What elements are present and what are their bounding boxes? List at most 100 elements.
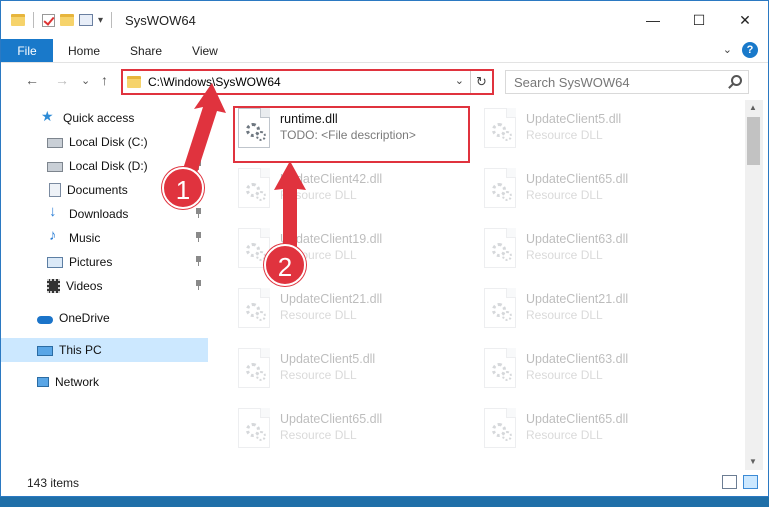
file-name: UpdateClient21.dll [526,292,629,306]
file-tile[interactable]: UpdateClient5.dll Resource DLL [234,344,464,396]
file-tile[interactable]: UpdateClient63.dll Resource DLL [480,224,710,276]
maximize-button[interactable]: ☐ [676,1,722,39]
file-tile[interactable]: UpdateClient21.dll Resource DLL [480,284,710,336]
sidebar-item-pictures[interactable]: Pictures [1,250,208,274]
file-description: Resource DLL [280,308,357,322]
folder-icon [11,14,25,26]
gear-icon [256,311,266,321]
file-tile[interactable]: UpdateClient65.dll Resource DLL [480,164,710,216]
pin-icon[interactable] [194,280,202,290]
help-icon[interactable]: ? [742,42,758,58]
customize-toolbar-icon[interactable] [79,14,93,26]
pin-icon[interactable] [194,232,202,242]
network-icon [37,377,49,387]
dll-file-icon [484,168,516,208]
onedrive-icon [37,316,53,324]
file-description: Resource DLL [280,368,357,382]
file-name: UpdateClient63.dll [526,352,629,366]
pictures-icon [47,257,63,268]
file-description: Resource DLL [526,248,603,262]
pin-icon[interactable] [194,160,202,170]
gear-icon [256,371,266,381]
explorer-window: ▾ SysWOW64 — ☐ ✕ File Home Share View ⌄ … [0,0,769,497]
details-view-icon[interactable] [722,475,737,489]
sidebar-item-local-disk-c[interactable]: Local Disk (C:) [1,130,208,154]
sidebar-item-label: Downloads [69,207,129,221]
status-bar: 143 items [1,470,768,496]
file-name: UpdateClient19.dll [280,232,383,246]
sidebar-item-label: Network [55,375,100,389]
toolbar-dropdown-icon[interactable]: ▾ [98,15,103,26]
sidebar-item-music[interactable]: Music [1,226,208,250]
title-bar: ▾ SysWOW64 — ☐ ✕ [1,1,768,39]
vertical-scrollbar[interactable]: ▲ ▼ [745,100,763,470]
sidebar-item-label: OneDrive [59,311,110,325]
tab-view[interactable]: View [177,39,233,62]
sidebar-item-label: Documents [67,183,128,197]
forward-button[interactable]: → [55,72,69,88]
tab-home[interactable]: Home [53,39,115,62]
file-name: UpdateClient5.dll [526,112,622,126]
file-name: UpdateClient63.dll [526,232,629,246]
tab-share[interactable]: Share [115,39,177,62]
tab-file[interactable]: File [1,39,53,62]
close-button[interactable]: ✕ [722,1,768,39]
refresh-button[interactable]: ↻ [470,71,492,93]
file-tile[interactable]: UpdateClient42.dll Resource DLL [234,164,464,216]
address-bar[interactable]: C:\Windows\SysWOW64 ⌄ ↻ [121,69,494,95]
pin-icon[interactable] [194,136,202,146]
gear-icon [256,191,266,201]
gear-icon [502,431,512,441]
dll-file-icon [484,408,516,448]
back-button[interactable]: ← [25,72,39,88]
up-button[interactable]: ↑ [101,72,108,88]
gear-icon [502,371,512,381]
toolbar-separator [111,12,113,28]
sidebar-item-onedrive[interactable]: OneDrive [1,306,208,330]
file-tile[interactable]: UpdateClient65.dll Resource DLL [480,404,710,456]
file-tile[interactable]: UpdateClient5.dll Resource DLL [480,104,710,156]
file-name: UpdateClient65.dll [526,172,629,186]
file-name: UpdateClient65.dll [526,412,629,426]
file-tile[interactable]: UpdateClient65.dll Resource DLL [234,404,464,456]
file-tile[interactable]: UpdateClient21.dll Resource DLL [234,284,464,336]
pin-icon[interactable] [194,208,202,218]
address-path[interactable]: C:\Windows\SysWOW64 [148,75,281,89]
sidebar-item-network[interactable]: Network [1,370,208,394]
minimize-button[interactable]: — [630,1,676,39]
dll-file-icon [484,288,516,328]
search-input[interactable] [514,74,724,90]
documents-icon [49,183,61,197]
file-tile[interactable]: UpdateClient63.dll Resource DLL [480,344,710,396]
sidebar-item-quick-access[interactable]: Quick access [1,106,208,130]
recent-locations-button[interactable]: ⌄ [81,74,90,87]
scrollbar-thumb[interactable] [747,117,760,165]
sidebar-item-label: Videos [66,279,103,293]
scroll-up-icon[interactable]: ▲ [749,103,757,112]
ribbon-tabs: File Home Share View ⌄ ? [1,39,768,63]
view-switcher [722,475,758,489]
gear-icon [502,311,512,321]
tiles-view-icon[interactable] [743,475,758,489]
gear-icon [256,431,266,441]
properties-check-icon[interactable] [42,13,55,27]
expand-ribbon-icon[interactable]: ⌄ [723,43,732,56]
file-description: Resource DLL [280,428,357,442]
sidebar-item-this-pc[interactable]: This PC [1,338,208,362]
gear-icon [502,131,512,141]
scroll-down-icon[interactable]: ▼ [749,457,757,466]
pin-icon[interactable] [194,256,202,266]
search-box[interactable] [505,70,749,94]
search-icon[interactable] [731,75,742,86]
dll-file-icon [484,348,516,388]
new-folder-icon[interactable] [60,14,74,26]
sidebar-item-label: Local Disk (D:) [69,159,148,173]
dll-file-icon [238,348,270,388]
file-name: UpdateClient42.dll [280,172,383,186]
sidebar-item-videos[interactable]: Videos [1,274,208,298]
navigation-pane: Quick access Local Disk (C:) Local Disk … [1,100,208,470]
address-dropdown-icon[interactable]: ⌄ [455,74,464,87]
address-row: ← → ⌄ ↑ C:\Windows\SysWOW64 ⌄ ↻ [1,64,768,100]
toolbar-separator [33,12,34,28]
quick-access-toolbar: ▾ [11,12,115,28]
